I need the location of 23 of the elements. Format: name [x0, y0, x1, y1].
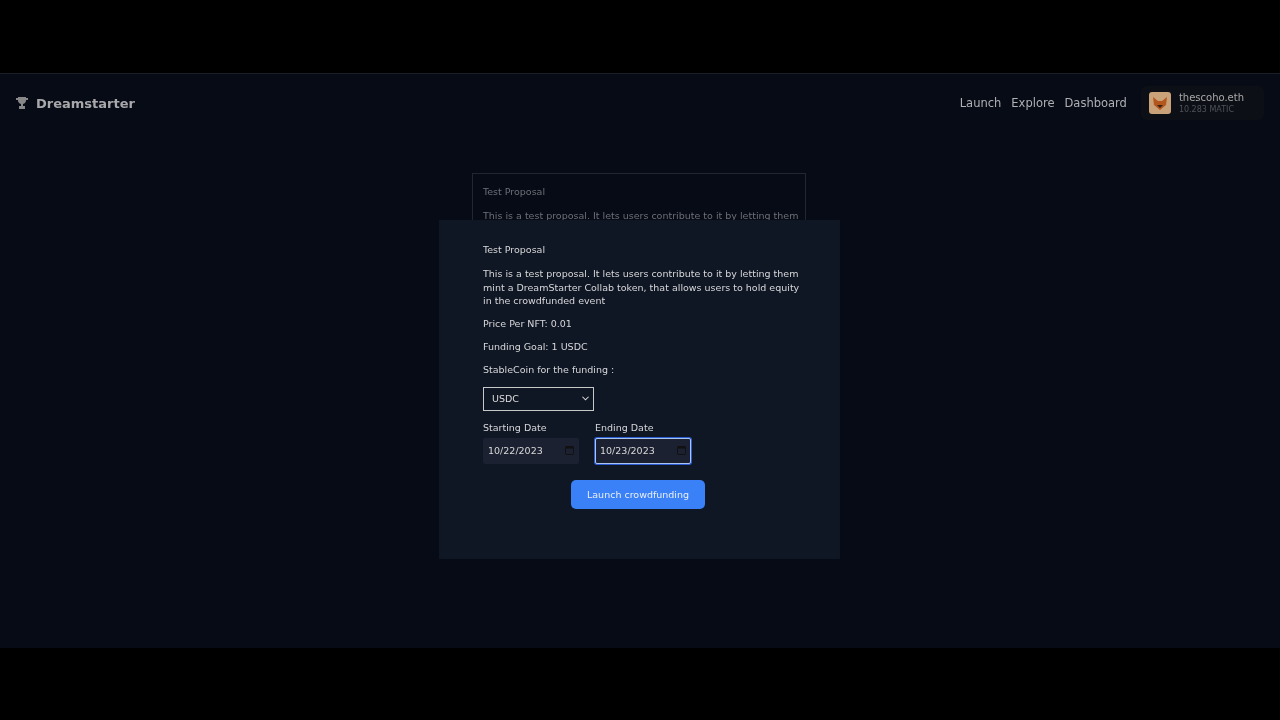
- modal-title: Test Proposal: [483, 244, 546, 255]
- calendar-icon: [565, 446, 574, 455]
- date-field[interactable]: 10/23/2023: [595, 437, 691, 464]
- date-field[interactable]: 10/22/2023: [483, 437, 579, 464]
- wallet-balance: 10.283 MATIC: [1178, 105, 1235, 114]
- price-text: Price Per NFT: 0.01: [483, 317, 572, 329]
- date-label: Starting Date: [483, 421, 548, 433]
- fox-icon: [1148, 92, 1171, 114]
- nav-link[interactable]: Dashboard: [1064, 96, 1127, 110]
- modal-description: This is a test proposal. It lets users contribute to it by letting them mint a DreamStarter Collab token, that allows users to hold equity in the crowdfunded event: [483, 267, 801, 308]
- stablecoin-select[interactable]: USDC: [483, 386, 594, 411]
- brand-name[interactable]: Dreamstarter: [36, 95, 135, 111]
- wallet-name: thescoho.eth: [1178, 92, 1244, 103]
- nav-link[interactable]: Launch: [959, 96, 1002, 110]
- trophy-icon: [16, 96, 28, 110]
- stablecoin-label: StableCoin for the funding :: [483, 363, 615, 375]
- card-title: Test Proposal: [483, 186, 547, 197]
- wallet-button[interactable]: thescoho.eth 10.283 MATIC: [1140, 86, 1264, 120]
- calendar-icon: [677, 446, 686, 455]
- nav-link[interactable]: Explore: [1011, 96, 1055, 110]
- date-label: Ending Date: [595, 421, 655, 433]
- chevron-icon: [582, 396, 589, 401]
- goal-text: Funding Goal: 1 USDC: [483, 340, 588, 352]
